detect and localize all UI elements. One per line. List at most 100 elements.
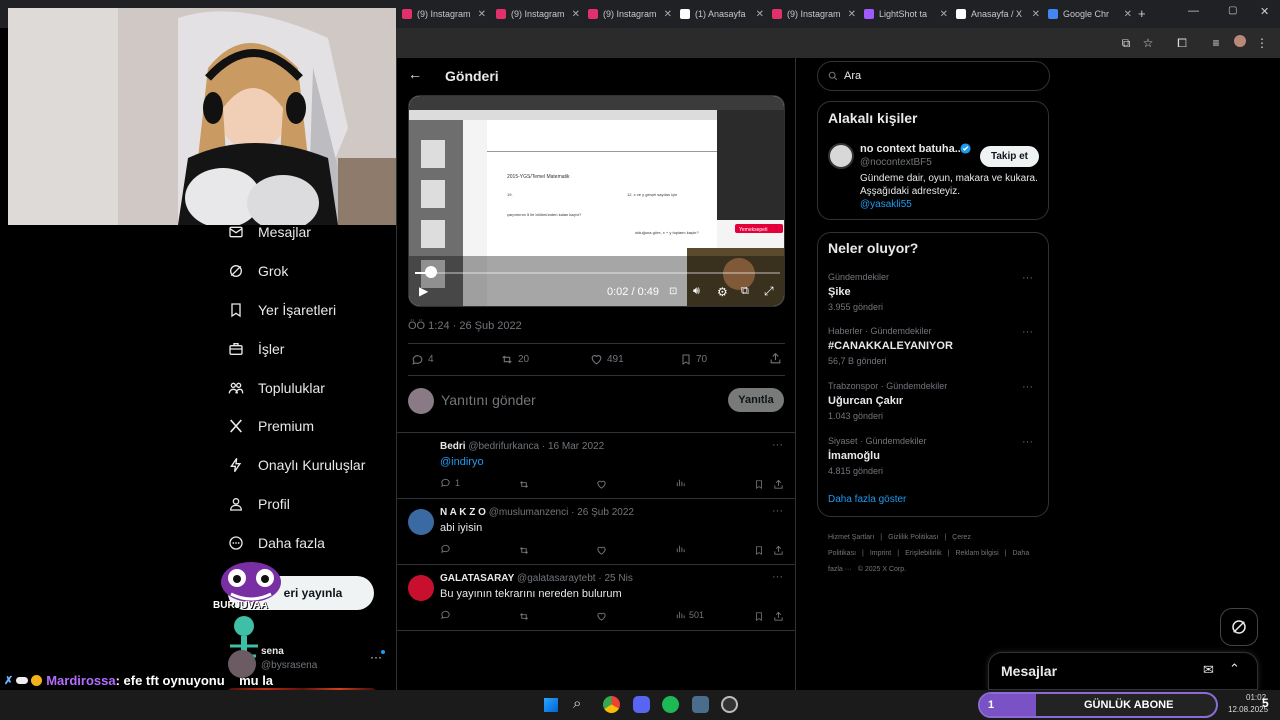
nav-item-grok[interactable]: Grok bbox=[228, 263, 288, 279]
reply-more-icon[interactable]: ··· bbox=[772, 505, 783, 517]
profile-avatar-icon[interactable] bbox=[1232, 35, 1248, 51]
reply-more-icon[interactable]: ··· bbox=[772, 571, 783, 583]
nav-item-yer-i-aretleri[interactable]: Yer İşaretleri bbox=[228, 302, 336, 318]
captions-icon[interactable]: ⊡ bbox=[669, 286, 677, 297]
reply-views-action[interactable] bbox=[675, 543, 689, 554]
reply-like-action[interactable] bbox=[596, 477, 607, 495]
discord-icon[interactable] bbox=[633, 696, 650, 713]
related-link[interactable]: @yasakli55 bbox=[860, 199, 912, 210]
tab-close-icon[interactable]: ✕ bbox=[664, 9, 672, 20]
trend-more-icon[interactable]: ··· bbox=[1022, 381, 1033, 393]
reply-item[interactable]: GALATASARAY @galatasaraytebt · 25 Nis ···… bbox=[397, 565, 795, 631]
video-scrubber-handle[interactable] bbox=[425, 266, 437, 278]
browser-tab[interactable]: LightShot ta ✕ bbox=[864, 4, 952, 24]
app-icon[interactable] bbox=[692, 696, 709, 713]
footer-link[interactable]: Imprint bbox=[870, 550, 891, 557]
trend-more-icon[interactable]: ··· bbox=[1022, 272, 1033, 284]
maximize-button[interactable]: ▢ bbox=[1228, 5, 1237, 16]
nav-item-i-ler[interactable]: İşler bbox=[228, 341, 284, 357]
reply-retweet-action[interactable] bbox=[518, 543, 530, 561]
reply-like-action[interactable] bbox=[596, 609, 607, 627]
close-window-button[interactable]: ✕ bbox=[1260, 5, 1269, 18]
footer-link[interactable]: Gizlilik Politikası bbox=[888, 534, 938, 541]
like-action[interactable]: 491 bbox=[590, 353, 624, 366]
search-input[interactable]: Ara bbox=[844, 70, 861, 82]
footer-link[interactable]: Erişilebilirlik bbox=[905, 550, 942, 557]
extensions-icon[interactable]: ⧠ bbox=[1174, 35, 1190, 51]
reply-item[interactable]: Bedri @bedrifurkanca · 16 Mar 2022 ··· @in… bbox=[397, 433, 795, 499]
chrome-icon[interactable] bbox=[603, 696, 620, 713]
nav-item-onayl-kurulu-lar[interactable]: Onaylı Kuruluşlar bbox=[228, 457, 365, 473]
nav-item-mesajlar[interactable]: Mesajlar bbox=[228, 224, 311, 240]
grok-floating-button[interactable] bbox=[1220, 608, 1258, 646]
cast-icon[interactable]: ⧉ bbox=[1118, 35, 1134, 51]
tab-close-icon[interactable]: ✕ bbox=[1124, 9, 1132, 20]
reply-bookmark-action[interactable] bbox=[754, 609, 764, 627]
reply-like-action[interactable] bbox=[596, 543, 607, 561]
trend-item[interactable]: Trabzonspor · Gündemdekiler Uğurcan Çakır… bbox=[828, 381, 1043, 421]
retweet-action[interactable]: 20 bbox=[500, 353, 529, 366]
tab-close-icon[interactable]: ✕ bbox=[478, 9, 486, 20]
nav-item-premium[interactable]: Premium bbox=[228, 418, 314, 434]
reply-submit-button[interactable]: Yanıtla bbox=[728, 388, 784, 412]
obs-icon[interactable] bbox=[721, 696, 738, 713]
reply-author[interactable]: GALATASARAY bbox=[440, 573, 514, 584]
footer-link[interactable]: Hizmet Şartları bbox=[828, 534, 874, 541]
trend-more-icon[interactable]: ··· bbox=[1022, 326, 1033, 338]
footer-link[interactable]: © 2025 X Corp. bbox=[858, 566, 906, 573]
nav-item-profil[interactable]: Profil bbox=[228, 496, 290, 512]
reply-share-action[interactable] bbox=[773, 477, 784, 495]
reply-views-action[interactable]: 501 bbox=[675, 609, 704, 620]
browser-tab[interactable]: (1) Anasayfa ✕ bbox=[680, 4, 768, 24]
windows-start-icon[interactable] bbox=[544, 698, 558, 712]
reply-item[interactable]: N A K Z O @muslumanzenci · 26 Şub 2022 ··… bbox=[397, 499, 795, 565]
volume-icon[interactable]: 🔊︎ bbox=[693, 285, 700, 298]
trend-item[interactable]: Haberler · Gündemdekiler #CANAKKALEYANIYO… bbox=[828, 326, 1043, 366]
follow-button[interactable]: Takip et bbox=[980, 146, 1039, 167]
reply-share-action[interactable] bbox=[773, 543, 784, 561]
taskbar-search-icon[interactable]: ⌕ bbox=[573, 695, 581, 712]
new-tab-button[interactable]: + bbox=[1138, 6, 1146, 21]
nav-item-topluluklar[interactable]: Topluluklar bbox=[228, 380, 325, 396]
browser-tab[interactable]: (9) Instagram ✕ bbox=[402, 4, 490, 24]
collapse-chevron-icon[interactable]: ⌃ bbox=[1229, 661, 1240, 677]
reply-more-icon[interactable]: ··· bbox=[772, 439, 783, 451]
trend-item[interactable]: Siyaset · Gündemdekiler İmamoğlu 4.815 gön… bbox=[828, 436, 1043, 476]
menu-lines-icon[interactable]: ≡ bbox=[1208, 35, 1224, 51]
browser-tab[interactable]: Anasayfa / X ✕ bbox=[956, 4, 1044, 24]
tab-close-icon[interactable]: ✕ bbox=[848, 9, 856, 20]
new-message-icon[interactable]: ✉ bbox=[1203, 662, 1214, 678]
video-player[interactable]: 2015-YGS/Temel Matematik 19. çarpımının … bbox=[408, 95, 785, 307]
reply-retweet-action[interactable] bbox=[518, 477, 530, 495]
tab-close-icon[interactable]: ✕ bbox=[572, 9, 580, 20]
reply-reply-action[interactable] bbox=[440, 543, 455, 554]
messages-panel[interactable]: Mesajlar ✉ ⌃ bbox=[988, 652, 1258, 690]
reply-author[interactable]: N A K Z O bbox=[440, 507, 486, 518]
reply-retweet-action[interactable] bbox=[518, 609, 530, 627]
bookmark-action[interactable]: 70 bbox=[680, 353, 707, 366]
footer-link[interactable]: Reklam bilgisi bbox=[955, 550, 998, 557]
tab-close-icon[interactable]: ✕ bbox=[940, 9, 948, 20]
picture-in-picture-icon[interactable]: ⧉ bbox=[741, 285, 749, 298]
browser-tab[interactable]: (9) Instagram ✕ bbox=[588, 4, 676, 24]
trend-more-icon[interactable]: ··· bbox=[1022, 436, 1033, 448]
browser-tab[interactable]: (9) Instagram ✕ bbox=[772, 4, 860, 24]
minimize-button[interactable]: — bbox=[1188, 5, 1199, 17]
play-icon[interactable]: ▶ bbox=[419, 284, 428, 298]
search-box[interactable]: Ara bbox=[817, 61, 1050, 91]
related-name[interactable]: no context batuha... bbox=[860, 143, 964, 155]
reply-bookmark-action[interactable] bbox=[754, 477, 764, 495]
star-icon[interactable]: ☆ bbox=[1140, 35, 1156, 51]
reply-action[interactable]: 4 bbox=[411, 353, 434, 366]
reply-avatar[interactable] bbox=[408, 509, 434, 535]
reply-input[interactable]: Yanıtını gönder bbox=[441, 392, 711, 408]
share-action[interactable] bbox=[769, 352, 786, 365]
reply-reply-action[interactable]: 1 bbox=[440, 477, 460, 488]
nav-item-daha-fazla[interactable]: Daha fazla bbox=[228, 535, 325, 551]
back-arrow-icon[interactable]: ← bbox=[408, 66, 422, 82]
reply-bookmark-action[interactable] bbox=[754, 543, 764, 561]
spotify-icon[interactable] bbox=[662, 696, 679, 713]
settings-gear-icon[interactable]: ⚙ bbox=[717, 285, 728, 299]
reply-views-action[interactable] bbox=[675, 477, 689, 488]
tab-close-icon[interactable]: ✕ bbox=[1032, 9, 1040, 20]
